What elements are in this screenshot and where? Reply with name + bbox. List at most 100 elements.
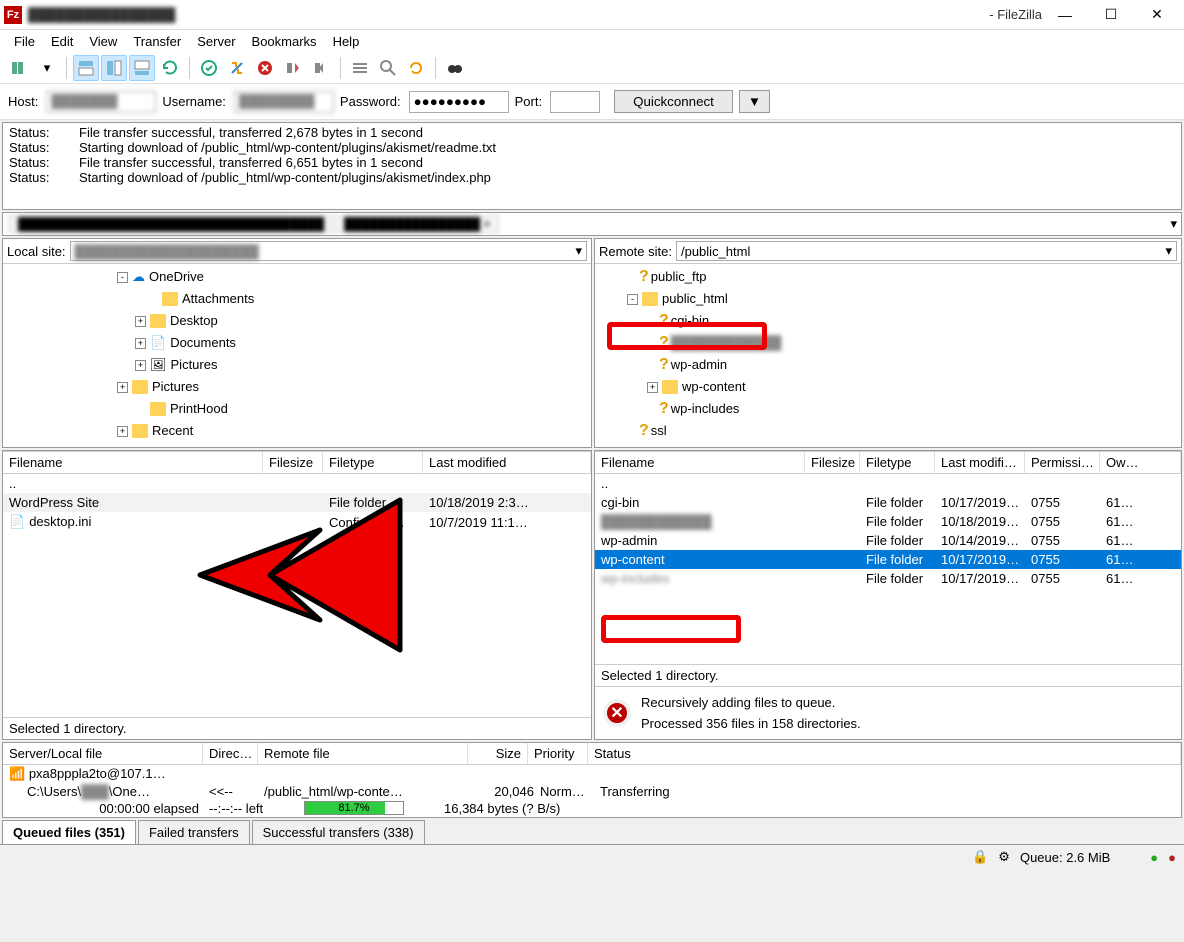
- local-tree[interactable]: -☁OneDriveAttachments+Desktop+📄Documents…: [3, 264, 591, 447]
- col-lastmod[interactable]: Last modifi…: [935, 452, 1025, 473]
- transfer-local: C:\Users\███\One…: [27, 784, 150, 799]
- menu-transfer[interactable]: Transfer: [127, 32, 187, 51]
- list-item[interactable]: WordPress SiteFile folder10/18/2019 2:3…: [3, 493, 591, 512]
- col-status[interactable]: Status: [588, 743, 1181, 764]
- tree-node[interactable]: +Recent: [7, 420, 587, 442]
- col-lastmod[interactable]: Last modified: [423, 452, 591, 473]
- log-message: File transfer successful, transferred 6,…: [79, 155, 423, 170]
- process-queue-button[interactable]: [196, 55, 222, 81]
- local-list[interactable]: ..WordPress SiteFile folder10/18/2019 2:…: [3, 474, 591, 717]
- binoculars-icon[interactable]: [442, 55, 468, 81]
- tree-node[interactable]: ?public_ftp: [599, 266, 1177, 288]
- compare-button[interactable]: [403, 55, 429, 81]
- refresh-button[interactable]: [157, 55, 183, 81]
- col-priority[interactable]: Priority: [528, 743, 588, 764]
- col-filename[interactable]: Filename: [3, 452, 263, 473]
- col-server[interactable]: Server/Local file: [3, 743, 203, 764]
- local-path-input[interactable]: ████████████████████▾: [70, 241, 587, 261]
- local-list-header[interactable]: Filename Filesize Filetype Last modified: [3, 451, 591, 474]
- tree-node[interactable]: ?wp-includes: [599, 398, 1177, 420]
- maximize-button[interactable]: ☐: [1088, 0, 1134, 30]
- col-size[interactable]: Size: [468, 743, 528, 764]
- tree-node[interactable]: ?cgi-bin: [599, 310, 1177, 332]
- host-input[interactable]: [46, 91, 156, 113]
- remote-path-input[interactable]: /public_html▾: [676, 241, 1177, 261]
- menu-help[interactable]: Help: [327, 32, 366, 51]
- menu-view[interactable]: View: [83, 32, 123, 51]
- tree-node[interactable]: ?wp-admin: [599, 354, 1177, 376]
- remote-tree[interactable]: ?public_ftp-public_html?cgi-bin?████████…: [595, 264, 1181, 447]
- col-filesize[interactable]: Filesize: [805, 452, 860, 473]
- transfer-server: pxa8pppla2to@107.1…: [29, 766, 166, 781]
- session-tab[interactable]: ████████████████ ×: [335, 215, 499, 233]
- close-button[interactable]: ✕: [1134, 0, 1180, 30]
- menu-edit[interactable]: Edit: [45, 32, 79, 51]
- menu-file[interactable]: File: [8, 32, 41, 51]
- transfer-header[interactable]: Server/Local file Direc… Remote file Siz…: [3, 743, 1181, 765]
- filter-button[interactable]: [347, 55, 373, 81]
- tree-node[interactable]: +📄Documents: [7, 332, 587, 354]
- tree-node[interactable]: +🖼Pictures: [7, 354, 587, 376]
- tree-node[interactable]: +Pictures: [7, 376, 587, 398]
- col-filesize[interactable]: Filesize: [263, 452, 323, 473]
- tab-queued[interactable]: Queued files (351): [2, 820, 136, 844]
- toggle-tree-button[interactable]: [101, 55, 127, 81]
- tree-node[interactable]: ?ssl: [599, 420, 1177, 442]
- tab-failed[interactable]: Failed transfers: [138, 820, 250, 844]
- list-item[interactable]: wp-adminFile folder10/14/2019…075561…: [595, 531, 1181, 550]
- transfer-remote: /public_html/wp-conte…: [264, 784, 474, 799]
- tree-node[interactable]: Attachments: [7, 288, 587, 310]
- col-owner[interactable]: Ow…: [1100, 452, 1181, 473]
- reconnect-button[interactable]: [308, 55, 334, 81]
- tree-node[interactable]: PrintHood: [7, 398, 587, 420]
- list-item[interactable]: ..: [3, 474, 591, 493]
- col-direction[interactable]: Direc…: [203, 743, 258, 764]
- username-input[interactable]: [234, 91, 334, 113]
- col-remote[interactable]: Remote file: [258, 743, 468, 764]
- toggle-queue-button[interactable]: [129, 55, 155, 81]
- tree-node[interactable]: +wp-content: [599, 376, 1177, 398]
- tabs-dropdown-icon[interactable]: ▾: [1170, 216, 1177, 232]
- col-filetype[interactable]: Filetype: [323, 452, 423, 473]
- port-input[interactable]: [550, 91, 600, 113]
- window-title-blurred: ████████████████: [28, 7, 985, 22]
- search-button[interactable]: [375, 55, 401, 81]
- list-item[interactable]: wp-contentFile folder10/17/2019…075561…: [595, 550, 1181, 569]
- log-label: Status:: [9, 170, 79, 185]
- list-item[interactable]: ████████████File folder10/18/2019…075561…: [595, 512, 1181, 531]
- lock-icon[interactable]: 🔒: [972, 849, 988, 865]
- col-filetype[interactable]: Filetype: [860, 452, 935, 473]
- gear-icon[interactable]: ⚙: [998, 849, 1010, 865]
- password-input[interactable]: [409, 91, 509, 113]
- site-dropdown[interactable]: ▾: [34, 55, 60, 81]
- menu-bookmarks[interactable]: Bookmarks: [246, 32, 323, 51]
- minimize-button[interactable]: —: [1042, 0, 1088, 30]
- tree-node[interactable]: -☁OneDrive: [7, 266, 587, 288]
- log-label: Status:: [9, 155, 79, 170]
- list-item[interactable]: cgi-binFile folder10/17/2019…075561…: [595, 493, 1181, 512]
- remote-list-header[interactable]: Filename Filesize Filetype Last modifi… …: [595, 451, 1181, 474]
- log-panel[interactable]: Status:File transfer successful, transfe…: [2, 122, 1182, 210]
- list-item[interactable]: 📄desktop.iniConfigurati…10/7/2019 11:1…: [3, 512, 591, 532]
- col-perm[interactable]: Permissi…: [1025, 452, 1100, 473]
- tree-node[interactable]: ?████████████: [599, 332, 1177, 354]
- menu-server[interactable]: Server: [191, 32, 241, 51]
- remote-list[interactable]: ..cgi-binFile folder10/17/2019…075561…██…: [595, 474, 1181, 664]
- transfer-body[interactable]: 📶 pxa8pppla2to@107.1… C:\Users\███\One… …: [3, 765, 1181, 817]
- toggle-sync-button[interactable]: [224, 55, 250, 81]
- session-tab[interactable]: ████████████████████████████████████: [9, 215, 333, 233]
- toggle-log-button[interactable]: [73, 55, 99, 81]
- col-filename[interactable]: Filename: [595, 452, 805, 473]
- list-item[interactable]: ..: [595, 474, 1181, 493]
- quickconnect-dropdown[interactable]: ▼: [739, 90, 770, 113]
- site-manager-button[interactable]: [6, 55, 32, 81]
- list-item[interactable]: wp-includesFile folder10/17/2019…075561…: [595, 569, 1181, 588]
- remote-list-pane: Filename Filesize Filetype Last modifi… …: [594, 450, 1182, 740]
- tree-node[interactable]: -public_html: [599, 288, 1177, 310]
- tab-successful[interactable]: Successful transfers (338): [252, 820, 425, 844]
- cancel-button[interactable]: [252, 55, 278, 81]
- tree-node[interactable]: +Desktop: [7, 310, 587, 332]
- disconnect-button[interactable]: [280, 55, 306, 81]
- menubar: File Edit View Transfer Server Bookmarks…: [0, 30, 1184, 53]
- quickconnect-button[interactable]: Quickconnect: [614, 90, 733, 113]
